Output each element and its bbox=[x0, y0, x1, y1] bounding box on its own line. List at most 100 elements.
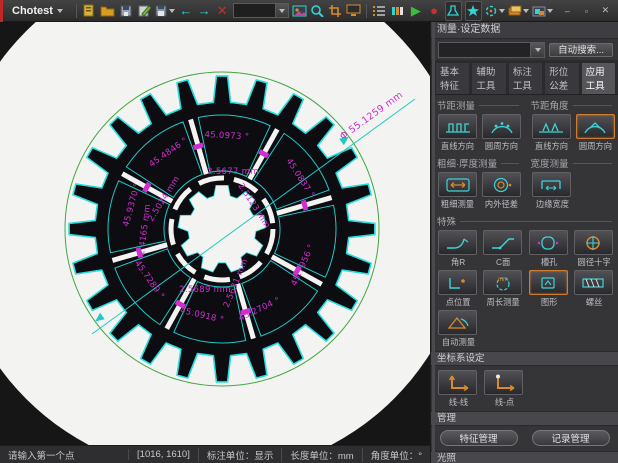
crop-tool-icon[interactable] bbox=[328, 2, 343, 20]
auto-search-button[interactable]: 自动搜索... bbox=[549, 43, 613, 57]
feature-management-button[interactable]: 特征管理 bbox=[440, 430, 518, 446]
run-icon[interactable]: ▶ bbox=[408, 2, 423, 20]
corner-r-icon bbox=[438, 230, 477, 255]
scale-bar-icon[interactable] bbox=[390, 2, 405, 20]
svg-text:2.5677 mm: 2.5677 mm bbox=[207, 167, 259, 177]
tab-application-tools[interactable]: 应用工具 bbox=[581, 62, 616, 94]
tool-pitch-circular[interactable]: 圆周方向 bbox=[482, 114, 521, 153]
circular-direction-icon bbox=[482, 114, 521, 139]
tab-auxiliary-tools[interactable]: 辅助工具 bbox=[471, 62, 506, 94]
redo-arrow-icon[interactable]: → bbox=[197, 2, 212, 20]
annotation-unit[interactable]: 标注单位：显示 bbox=[198, 448, 282, 462]
angle-unit[interactable]: 角度单位：° bbox=[362, 448, 430, 462]
image-tool-icon[interactable] bbox=[292, 2, 307, 20]
axes-line-line-icon bbox=[438, 370, 477, 395]
tool-graphic[interactable]: 图形 bbox=[529, 270, 569, 309]
viewport-svg: 45.4846 °45.0973 °45.0837 °45.7956 °45.2… bbox=[0, 22, 430, 445]
tool-c-face[interactable]: C面 bbox=[483, 230, 523, 269]
chevron-down-icon bbox=[57, 9, 63, 13]
record-management-button[interactable]: 记录管理 bbox=[532, 430, 610, 446]
magnifier-icon[interactable] bbox=[310, 2, 325, 20]
extract-tool-icon[interactable] bbox=[465, 1, 482, 21]
tool-slot-hole[interactable]: 槽孔 bbox=[529, 230, 569, 269]
panel-title: 测量·设定数据 bbox=[431, 22, 618, 39]
feature-select[interactable] bbox=[438, 42, 545, 58]
close-button[interactable]: ✕ bbox=[597, 3, 614, 18]
maximize-button[interactable]: ▫ bbox=[578, 3, 595, 18]
tool-edge-width[interactable]: 边缘宽度 bbox=[532, 172, 573, 211]
thickness-icon bbox=[438, 172, 477, 197]
section-coords-title: 坐标系设定 bbox=[431, 351, 618, 366]
detect-tool-icon[interactable] bbox=[445, 1, 462, 21]
record-icon[interactable]: ● bbox=[426, 2, 441, 20]
svg-text:2.5689 mm: 2.5689 mm bbox=[179, 285, 231, 295]
status-hint: 请输入第一个点 bbox=[0, 448, 128, 462]
tool-thickness-measure[interactable]: 粗细测量 bbox=[438, 172, 477, 211]
section-pitch-angle-title: 节距角度 bbox=[531, 98, 569, 112]
c-face-icon bbox=[483, 230, 522, 255]
tab-geometric-tolerance[interactable]: 形位公差 bbox=[544, 62, 579, 94]
app-menu-button[interactable]: Chotest bbox=[6, 0, 71, 22]
linear-direction-icon bbox=[438, 114, 477, 139]
tool-perimeter-measure[interactable]: mm 周长测量 bbox=[483, 270, 523, 309]
tool-coord-line-point[interactable]: 线-点 bbox=[484, 370, 525, 409]
workpiece-select[interactable] bbox=[233, 3, 289, 18]
section-thickness-title: 粗细·厚度测量 bbox=[437, 156, 497, 170]
open-folder-icon[interactable] bbox=[100, 2, 115, 20]
save-icon[interactable] bbox=[154, 4, 175, 17]
overlay-tool-icon[interactable] bbox=[532, 5, 553, 17]
screw-icon bbox=[574, 270, 613, 295]
circular-direction-icon bbox=[576, 114, 615, 139]
tool-auto-measure[interactable]: 自动测量 bbox=[438, 310, 479, 349]
tool-coord-line-line[interactable]: 线-线 bbox=[438, 370, 479, 409]
tool-circle-cross[interactable]: 圆径十字 bbox=[574, 230, 614, 269]
svg-text:mm: mm bbox=[498, 277, 508, 283]
length-unit[interactable]: 长度单位：mm bbox=[281, 448, 361, 462]
measurement-panel: 测量·设定数据 自动搜索... 基本特征 辅助工具 标注工具 形位公差 应用工具… bbox=[430, 22, 618, 463]
status-bar: 请输入第一个点 [1016, 1610] 标注单位：显示 长度单位：mm 角度单… bbox=[0, 445, 430, 463]
chevron-down-icon bbox=[523, 9, 529, 13]
new-file-icon[interactable] bbox=[82, 2, 97, 20]
list-tool-icon[interactable] bbox=[372, 2, 387, 20]
tool-corner-r[interactable]: 角R bbox=[438, 230, 478, 269]
linear-direction-icon bbox=[532, 114, 571, 139]
section-special-title: 特殊 bbox=[437, 214, 456, 228]
display-tool-icon[interactable] bbox=[346, 2, 361, 20]
chevron-down-icon bbox=[530, 43, 544, 57]
tab-annotation-tools[interactable]: 标注工具 bbox=[508, 62, 543, 94]
import-icon[interactable] bbox=[118, 2, 133, 20]
circle-cross-icon bbox=[574, 230, 613, 255]
edge-width-icon bbox=[532, 172, 571, 197]
perimeter-icon: mm bbox=[483, 270, 522, 295]
accent-strip bbox=[0, 0, 3, 22]
delete-icon[interactable]: ✕ bbox=[215, 2, 230, 20]
section-light-title: 光照 bbox=[431, 451, 618, 463]
edit-program-icon[interactable] bbox=[136, 2, 151, 20]
tool-pitch-linear[interactable]: 直线方向 bbox=[438, 114, 477, 153]
circle-tool-icon[interactable] bbox=[485, 5, 505, 17]
tool-inner-outer-diameter[interactable]: 内外径差 bbox=[482, 172, 521, 211]
layer-tool-icon[interactable] bbox=[508, 5, 529, 17]
tool-tabs: 基本特征 辅助工具 标注工具 形位公差 应用工具 bbox=[431, 60, 618, 95]
point-position-icon bbox=[438, 270, 477, 295]
chevron-down-icon bbox=[499, 9, 505, 13]
tab-basic-features[interactable]: 基本特征 bbox=[435, 62, 470, 94]
graphic-icon bbox=[529, 270, 568, 295]
panel-scrollbar[interactable] bbox=[432, 22, 435, 463]
slot-hole-icon bbox=[529, 230, 568, 255]
undo-arrow-icon[interactable]: ← bbox=[178, 2, 193, 20]
chevron-down-icon bbox=[275, 4, 288, 17]
tool-pitch-angle-linear[interactable]: 直线方向 bbox=[532, 114, 571, 153]
minimize-button[interactable]: – bbox=[559, 3, 576, 18]
axes-line-point-icon bbox=[484, 370, 523, 395]
section-pitch-title: 节距测量 bbox=[437, 98, 475, 112]
camera-viewport[interactable]: 45.4846 °45.0973 °45.0837 °45.7956 °45.2… bbox=[0, 22, 430, 445]
app-title: Chotest bbox=[12, 5, 53, 17]
tool-screw[interactable]: 螺丝 bbox=[574, 270, 614, 309]
divider bbox=[366, 4, 367, 18]
auto-measure-icon bbox=[438, 310, 477, 335]
section-manage-title: 管理 bbox=[431, 411, 618, 426]
tool-pitch-angle-circular[interactable]: 圆周方向 bbox=[576, 114, 615, 153]
tool-point-position[interactable]: 点位置 bbox=[438, 270, 478, 309]
chevron-down-icon bbox=[547, 9, 553, 13]
